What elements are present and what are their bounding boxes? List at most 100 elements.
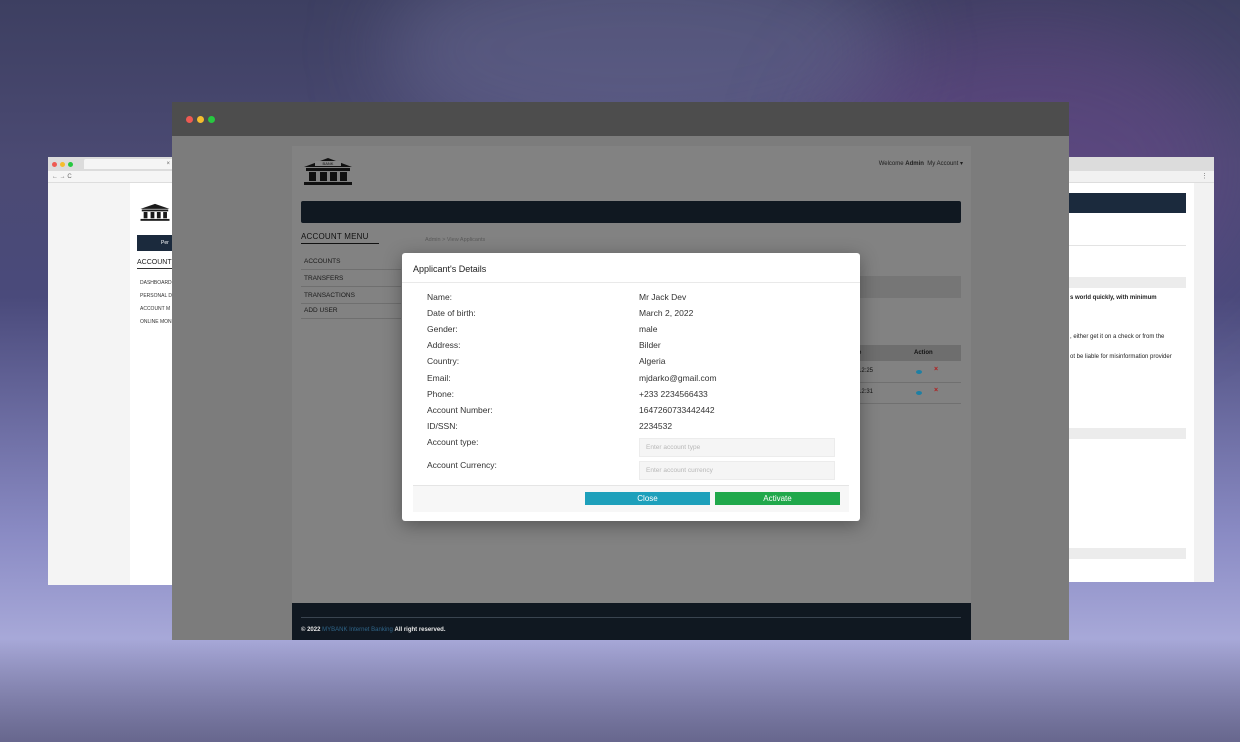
detail-value: +233 2234566433 [639, 389, 708, 399]
delete-x-icon[interactable]: × [934, 387, 938, 394]
maximize-dot-icon[interactable] [208, 115, 215, 123]
view-eye-icon[interactable] [916, 391, 922, 395]
delete-x-icon[interactable]: × [934, 366, 938, 373]
detail-row-country: Country: Algeria [427, 356, 835, 372]
sidebar-item-transactions[interactable]: TRANSACTIONS [304, 292, 355, 299]
account-currency-input[interactable]: Enter account currency [639, 461, 835, 480]
detail-row-email: Email: mjdarko@gmail.com [427, 373, 835, 389]
table-cell-time: 12:25 [858, 368, 874, 374]
menu-item[interactable]: PERSONAL D [140, 290, 172, 303]
browser-tab-bar: × [48, 157, 188, 171]
detail-row-name: Name: Mr Jack Dev [427, 292, 835, 308]
navbar [1060, 193, 1186, 213]
background-browser-window-left: × ← → C Per ACCOUNT M DASHBOARD PERSONAL… [48, 157, 188, 585]
column-header-action: Action [914, 350, 933, 356]
tab-close-icon[interactable]: × [166, 161, 170, 167]
detail-row-account-number: Account Number: 1647260733442442 [427, 405, 835, 421]
applicant-details-modal: Applicant's Details Name: Mr Jack Dev Da… [402, 253, 860, 521]
account-menu-heading: ACCOUNT MENU [301, 232, 369, 241]
activate-button[interactable]: Activate [715, 492, 840, 505]
divider [301, 303, 401, 304]
detail-label: Date of birth: [427, 308, 476, 318]
browser-tab[interactable]: × [84, 159, 174, 169]
detail-label: Phone: [427, 389, 454, 399]
account-type-input[interactable]: Enter account type [639, 438, 835, 457]
detail-label: Address: [427, 340, 461, 350]
body-text: s world quickly, with minimum [1070, 295, 1157, 301]
account-type-label: Account type: [427, 437, 479, 447]
detail-label: ID/SSN: [427, 421, 458, 431]
rights-text: All right reserved. [394, 627, 446, 633]
address-bar[interactable]: ⋮ [1060, 171, 1214, 183]
body-text: ot be liable for misinformation provider [1070, 354, 1172, 360]
welcome-prefix: Welcome [878, 161, 904, 167]
detail-label: Gender: [427, 324, 458, 334]
menu-item[interactable]: ACCOUNT M [140, 303, 172, 316]
divider [1068, 245, 1186, 246]
body-text: , either get it on a check or from the [1070, 334, 1165, 340]
section-band [1068, 277, 1186, 288]
account-currency-label: Account Currency: [427, 460, 497, 470]
welcome-text: Welcome Admin My Account ▾ [879, 160, 963, 167]
minimize-dot-icon[interactable] [60, 161, 65, 167]
detail-row-address: Address: Bilder [427, 340, 835, 356]
detail-row-phone: Phone: +233 2234566433 [427, 389, 835, 405]
detail-value: 1647260733442442 [639, 405, 715, 415]
close-dot-icon[interactable] [52, 161, 57, 167]
section-band [1068, 548, 1186, 559]
close-dot-icon[interactable] [186, 115, 193, 123]
table-cell-time: 12:31 [858, 389, 874, 395]
footer-brand-link[interactable]: MYBANK Internet Banking [322, 627, 393, 633]
menu-item[interactable]: DASHBOARD [140, 277, 172, 290]
section-band [852, 276, 961, 298]
table-row-divider [852, 382, 961, 383]
divider [301, 286, 401, 287]
divider [402, 282, 860, 283]
brand-name: MYBANK [322, 627, 348, 633]
detail-label: Email: [427, 373, 451, 383]
scrollbar[interactable] [1194, 183, 1214, 582]
sidebar-item-add-user[interactable]: ADD USER [304, 307, 338, 314]
table-header [852, 345, 961, 361]
window-titlebar [172, 102, 1069, 136]
modal-title: Applicant's Details [413, 264, 487, 274]
sidebar-item-transfers[interactable]: TRANSFERS [304, 275, 343, 282]
table-row-divider [852, 403, 961, 404]
copyright-year: © 2022 [301, 627, 321, 633]
minimize-dot-icon[interactable] [197, 115, 204, 123]
divider [301, 318, 401, 319]
browser-tab-bar [1060, 157, 1214, 171]
modal-footer: Close Activate [413, 485, 849, 512]
section-band [1068, 428, 1186, 439]
detail-value: Mr Jack Dev [639, 292, 687, 302]
divider [301, 269, 401, 270]
divider [301, 617, 961, 618]
detail-row-id-ssn: ID/SSN: 2234532 [427, 421, 835, 437]
browser-menu-icon[interactable]: ⋮ [1201, 173, 1208, 180]
background-browser-window-right: ⋮ s world quickly, with minimum , either… [1060, 157, 1214, 582]
detail-value: 2234532 [639, 421, 673, 431]
background-shade [0, 640, 1240, 742]
copyright-text: © 2022 MYBANK Internet Banking All right… [301, 627, 446, 633]
detail-value: male [639, 324, 658, 334]
bank-logo-icon[interactable]: BANK [301, 157, 355, 185]
detail-value: mjdarko@gmail.com [639, 373, 717, 383]
detail-label: Name: [427, 292, 453, 302]
address-bar[interactable]: ← → C [48, 171, 188, 183]
breadcrumb[interactable]: Admin > View Applicants [425, 237, 485, 243]
top-navbar [301, 201, 961, 223]
detail-label: Account Number: [427, 405, 493, 415]
welcome-user: Admin [905, 161, 924, 167]
view-eye-icon[interactable] [916, 370, 922, 374]
detail-value: March 2, 2022 [639, 308, 694, 318]
logo-text: BANK [323, 161, 334, 166]
close-button[interactable]: Close [585, 492, 710, 505]
my-account-dropdown[interactable]: My Account ▾ [927, 161, 963, 167]
menu-item[interactable]: ONLINE MON [140, 316, 172, 329]
brand-rest: Internet Banking [349, 627, 393, 633]
page-footer: © 2022 MYBANK Internet Banking All right… [292, 603, 971, 640]
sidebar-item-accounts[interactable]: ACCOUNTS [304, 258, 340, 265]
maximize-dot-icon[interactable] [68, 161, 73, 167]
detail-row-gender: Gender: male [427, 324, 835, 340]
detail-value: Bilder [639, 340, 661, 350]
